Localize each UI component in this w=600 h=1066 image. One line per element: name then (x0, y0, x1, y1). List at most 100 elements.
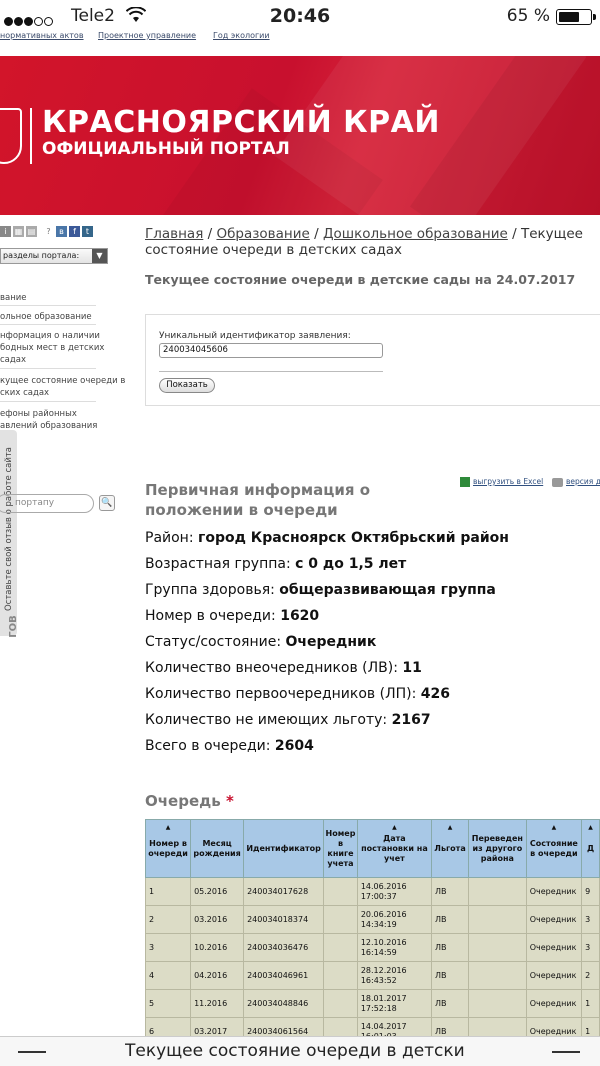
breadcrumb-preschool[interactable]: Дошкольное образование (323, 226, 508, 242)
queue-col-header[interactable]: ▲ Д (581, 819, 600, 878)
show-button[interactable]: Показать (159, 378, 215, 393)
sort-arrow-icon: ▲ (447, 824, 453, 831)
table-cell: 4 (144, 961, 192, 990)
table-cell: 03.2016 (190, 905, 245, 934)
queue-col-header[interactable]: Переведен из другого района (468, 819, 527, 878)
list-icon[interactable]: ▤ (26, 226, 37, 237)
table-cell: 240034048846 (243, 989, 325, 1018)
table-row: 4 04.2016 240034046961 28.12.2016 16:43:52 Л… (144, 961, 600, 990)
coat-of-arms-icon (0, 108, 22, 164)
table-cell: 04.2016 (190, 961, 245, 990)
queue-col-header-label: Номер в очереди (148, 838, 188, 858)
top-link-acts[interactable]: нормативных актов (0, 31, 84, 40)
table-row: 3 10.2016 240034036476 12.10.2016 16:14:59 Л… (144, 933, 600, 962)
queue-col-header-label: Д (586, 843, 595, 853)
info-district: Район: город Красноярск Октябрьский райо… (145, 530, 509, 546)
table-cell: 3 (581, 905, 600, 934)
table-cell: Очередник (525, 905, 583, 934)
info-total: Всего в очереди: 2604 (145, 738, 314, 754)
primary-info-heading-line2: положении в очереди (145, 501, 338, 519)
text-size-icon[interactable]: i (0, 226, 11, 237)
application-id-label: Уникальный идентификатор заявления: (159, 331, 351, 341)
sidebar-item-free-places-1[interactable]: нформация о наличии (0, 330, 100, 342)
battery-icon (556, 9, 596, 25)
queue-col-header[interactable]: Номер в книге учета (323, 819, 358, 878)
application-lookup-form: Уникальный идентификатор заявления: 2400… (145, 314, 600, 406)
sidebar-item-queue-1[interactable]: кущее состояние очереди в (0, 375, 125, 387)
queue-heading: Очередь * (145, 791, 234, 811)
queue-col-header[interactable]: Месяц рождения (190, 819, 245, 878)
queue-col-header-label: Номер в книге учета (325, 828, 356, 868)
help-icon[interactable]: ? (43, 226, 54, 237)
search-icon[interactable]: 🔍 (99, 495, 115, 511)
queue-col-header[interactable]: ▲ Номер в очереди (144, 819, 192, 878)
queue-col-header[interactable]: ▲ Льгота (430, 819, 470, 878)
info-status: Статус/состояние: Очередник (145, 634, 377, 650)
banner-title[interactable]: КРАСНОЯРСКИЙ КРАЙ (42, 105, 440, 140)
table-cell: Очередник (525, 989, 583, 1018)
sidebar-item-free-places-3[interactable]: садах (0, 354, 26, 366)
table-cell: 9 (581, 877, 600, 906)
table-cell: 240034036476 (243, 933, 325, 962)
sidebar-item-queue-2[interactable]: ских садах (0, 387, 49, 399)
sidebar-item-education[interactable]: вание (0, 292, 27, 304)
table-cell (323, 989, 358, 1018)
sidebar-item-preschool[interactable]: ольное образование (0, 311, 92, 323)
sort-arrow-icon: ▲ (165, 824, 171, 831)
sort-arrow-icon: ▲ (551, 824, 557, 831)
table-cell: Очередник (525, 933, 583, 962)
vk-icon[interactable]: в (56, 226, 67, 237)
breadcrumb-sep: / (203, 226, 217, 242)
table-cell: 2 (144, 905, 192, 934)
table-cell (468, 905, 527, 934)
table-cell (468, 961, 527, 990)
portal-sections-select[interactable]: разделы портала: ▼ (0, 248, 108, 264)
tab-left-handle[interactable] (18, 1051, 46, 1053)
breadcrumb-home[interactable]: Главная (145, 226, 203, 242)
browser-tab-title[interactable]: Текущее состояние очереди в детски (125, 1041, 470, 1061)
table-cell (323, 933, 358, 962)
export-excel-link[interactable]: выгрузить в Excel (460, 477, 543, 487)
battery-percent: 65 % (506, 6, 550, 26)
table-cell (323, 905, 358, 934)
queue-col-header-label: Переведен из другого района (471, 833, 523, 863)
queue-col-header[interactable]: Идентификатор (243, 819, 325, 878)
breadcrumb-education[interactable]: Образование (216, 226, 309, 242)
print-version-label: версия д (566, 477, 600, 486)
search-input[interactable]: портапу (0, 494, 94, 513)
print-version-link[interactable]: версия д (552, 477, 600, 487)
queue-col-header-label: Дата постановки на учет (361, 833, 428, 863)
table-cell: 3 (581, 933, 600, 962)
queue-col-header[interactable]: ▲ Состояние в очереди (525, 819, 583, 878)
top-link-project[interactable]: Проектное управление (98, 31, 196, 40)
table-row: 2 03.2016 240034018374 20.06.2016 14:34:19 Л… (144, 905, 600, 934)
table-cell: 05.2016 (190, 877, 245, 906)
grid-icon[interactable]: ▦ (13, 226, 24, 237)
sidebar-item-free-places-2[interactable]: бодных мест в детских (0, 342, 104, 354)
table-cell: 28.12.2016 16:43:52 (356, 961, 433, 990)
table-cell (468, 989, 527, 1018)
tab-right-handle[interactable] (552, 1051, 580, 1053)
info-no-benefit-count: Количество не имеющих льготу: 2167 (145, 712, 431, 728)
page-root: Tele2 20:46 65 % нормативных актов Проек… (0, 0, 600, 1066)
sidebar-item-phones-1[interactable]: ефоны районных (0, 408, 77, 420)
application-id-input[interactable]: 240034045606 (159, 343, 383, 358)
table-cell: 12.10.2016 16:14:59 (356, 933, 433, 962)
info-age-group: Возрастная группа: с 0 до 1,5 лет (145, 556, 407, 572)
sort-arrow-icon: ▲ (392, 824, 397, 831)
table-cell (468, 933, 527, 962)
table-row: 5 11.2016 240034048846 18.01.2017 17:52:18 Л… (144, 989, 600, 1018)
table-cell: 1 (581, 989, 600, 1018)
table-cell: 14.06.2016 17:00:37 (356, 877, 433, 906)
table-row: 1 05.2016 240034017628 14.06.2016 17:00:37 Л… (144, 877, 600, 906)
status-bar: Tele2 20:46 65 % (0, 0, 600, 30)
tumblr-icon[interactable]: t (82, 226, 93, 237)
table-cell: 10.2016 (190, 933, 245, 962)
top-link-ecology[interactable]: Год экологии (213, 31, 270, 40)
table-cell: 2 (581, 961, 600, 990)
table-cell: Очередник (525, 877, 583, 906)
queue-col-header[interactable]: ▲ Дата постановки на учет (356, 819, 433, 878)
breadcrumb-sep: / (309, 226, 323, 242)
feedback-tab[interactable]: Оставьте свой отзыв о работе сайта ГОВ (0, 430, 19, 638)
facebook-icon[interactable]: f (69, 226, 80, 237)
